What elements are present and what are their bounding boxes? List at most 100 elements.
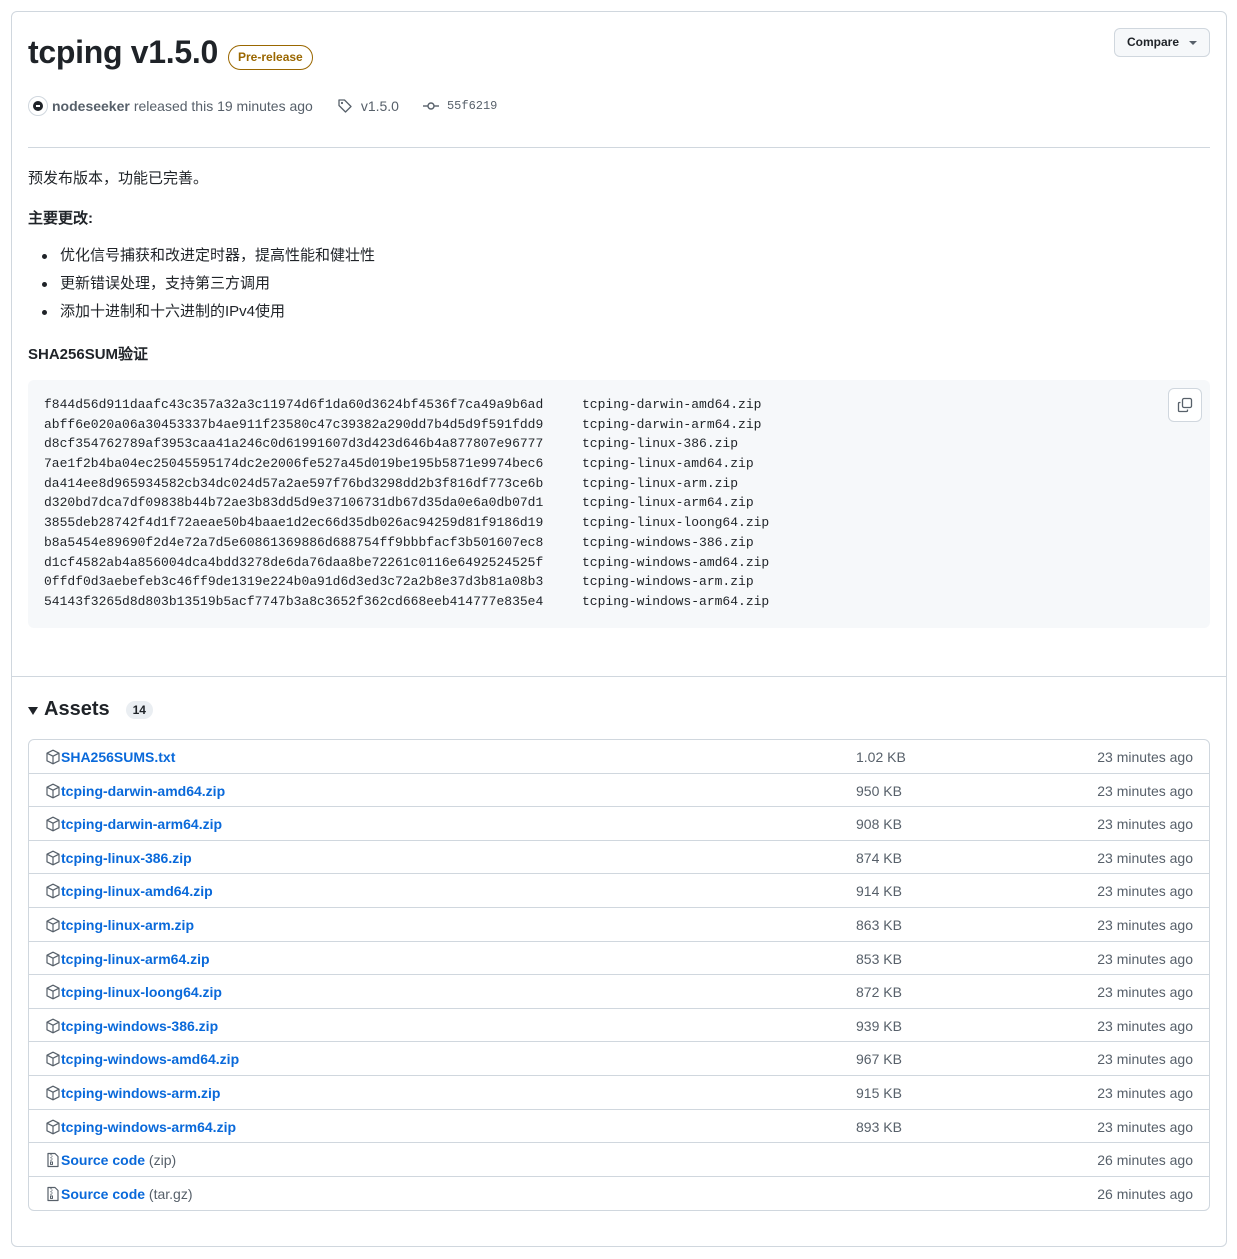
checksum-hash: abff6e020a06a30453337b4ae911f23580c47c39… <box>44 416 544 432</box>
checksum-line: d8cf354762789af3953caa41a246c0d61991607d… <box>44 434 769 454</box>
asset-time: 23 minutes ago <box>1097 1084 1193 1101</box>
checksum-file: tcping-linux-386.zip <box>582 436 739 452</box>
checksum-file: tcping-darwin-amd64.zip <box>582 397 762 412</box>
checksum-hash: d8cf354762789af3953caa41a246c0d61991607d… <box>44 436 544 452</box>
asset-size: 908 KB <box>856 816 902 833</box>
checksum-hash: 7ae1f2b4ba04ec25045595174dc2e2006fe527a4… <box>44 456 544 472</box>
asset-time: 26 minutes ago <box>1097 1185 1193 1202</box>
assets-count-badge: 14 <box>125 700 153 719</box>
checksum-hash: d320bd7dca7df09838b44b72ae3b83dd5d9e3710… <box>44 495 544 511</box>
asset-name: tcping-linux-amd64.zip <box>61 883 213 900</box>
checksum-line: abff6e020a06a30453337b4ae911f23580c47c39… <box>44 415 769 435</box>
checksum-file: tcping-windows-arm64.zip <box>582 593 770 609</box>
asset-link[interactable]: tcping-darwin-arm64.zip <box>61 816 222 832</box>
checksum-hash: 54143f3265d8d803b13519b5acf7747b3a8c3652… <box>44 593 544 609</box>
package-icon <box>45 984 61 1005</box>
asset-size: 874 KB <box>856 849 902 866</box>
checksum-line: d1cf4582ab4a856004dca4bdd3278de6da76daa8… <box>44 553 769 573</box>
asset-name: tcping-windows-amd64.zip <box>61 1051 240 1068</box>
asset-size: 914 KB <box>856 883 902 900</box>
asset-name: tcping-linux-loong64.zip <box>61 984 222 1001</box>
checksum-hash: b8a5454e89690f2d4e72a7d5e60861369886d688… <box>44 534 544 550</box>
asset-time: 23 minutes ago <box>1097 1017 1193 1034</box>
triangle-down-icon <box>28 706 38 715</box>
asset-size: 863 KB <box>856 916 902 933</box>
asset-link[interactable]: tcping-linux-arm64.zip <box>61 951 210 967</box>
asset-link[interactable]: SHA256SUMS.txt <box>61 749 175 765</box>
checksum-line: 54143f3265d8d803b13519b5acf7747b3a8c3652… <box>44 592 769 612</box>
asset-name: Source code <box>61 1185 146 1202</box>
asset-link[interactable]: Source code (tar.gz) <box>61 1186 193 1202</box>
asset-size: 872 KB <box>856 984 902 1001</box>
asset-name: SHA256SUMS.txt <box>61 749 176 765</box>
asset-link[interactable]: tcping-linux-386.zip <box>61 850 192 866</box>
sha-heading: SHA256SUM验证 <box>28 346 149 363</box>
tag-icon <box>338 99 352 113</box>
checksum-hash: f844d56d911daafc43c357a32a3c11974d6f1da6… <box>44 397 544 412</box>
checksum-hash: 3855deb28742f4d1f72aeae50b4baae1d2ec66d3… <box>44 515 544 531</box>
asset-time: 23 minutes ago <box>1097 816 1193 833</box>
asset-time: 23 minutes ago <box>1097 950 1193 967</box>
package-icon <box>45 1085 61 1106</box>
asset-link[interactable]: tcping-windows-arm64.zip <box>61 1119 236 1135</box>
asset-row: SHA256SUMS.txt 1.02 KB 23 minutes ago <box>29 740 1209 774</box>
changes-list: 优化信号捕获和改进定时器，提高性能和健壮性 更新错误处理，支持第三方调用 添加十… <box>28 245 375 329</box>
checksum-line: da414ee8d965934582cb34dc024d57a2ae597f76… <box>44 474 769 494</box>
asset-name: tcping-linux-arm.zip <box>61 916 194 933</box>
checksum-file: tcping-windows-arm.zip <box>582 574 754 590</box>
copy-button[interactable] <box>1168 388 1202 422</box>
asset-size: 967 KB <box>856 1051 902 1068</box>
checksum-hash: d1cf4582ab4a856004dca4bdd3278de6da76daa8… <box>44 554 544 570</box>
checksum-line: f844d56d911daafc43c357a32a3c11974d6f1da6… <box>44 395 769 415</box>
checksum-file: tcping-linux-arm.zip <box>582 475 739 491</box>
divider <box>28 147 1210 148</box>
package-icon <box>45 1051 61 1072</box>
asset-link[interactable]: tcping-darwin-amd64.zip <box>61 783 225 799</box>
assets-toggle[interactable]: Assets 14 <box>28 698 153 721</box>
asset-format: (zip) <box>148 1152 177 1169</box>
asset-link[interactable]: tcping-windows-arm.zip <box>61 1085 220 1101</box>
package-icon <box>45 1119 61 1140</box>
released-text: released this 19 minutes ago <box>133 98 313 114</box>
asset-link[interactable]: tcping-windows-amd64.zip <box>61 1051 239 1067</box>
avatar[interactable] <box>28 96 48 116</box>
asset-time: 23 minutes ago <box>1097 1051 1193 1068</box>
commit-link[interactable]: 55f6219 <box>422 98 498 114</box>
asset-link[interactable]: tcping-windows-386.zip <box>61 1018 218 1034</box>
asset-link[interactable]: Source code (zip) <box>61 1152 176 1168</box>
package-icon <box>45 883 61 904</box>
checksum-hash: 0ffdf0d3aebefeb3c46ff9de1319e224b0a91d6d… <box>44 574 544 590</box>
release-title[interactable]: tcping v1.5.0 <box>28 34 218 71</box>
asset-name: tcping-windows-arm.zip <box>61 1084 221 1101</box>
asset-time: 23 minutes ago <box>1097 782 1193 799</box>
asset-row: tcping-linux-arm64.zip 853 KB 23 minutes a… <box>29 942 1209 976</box>
asset-size: 893 KB <box>856 1118 902 1135</box>
tag-link[interactable]: v1.5.0 <box>337 98 399 114</box>
compare-button[interactable]: Compare <box>1114 28 1210 57</box>
checksum-code-block: f844d56d911daafc43c357a32a3c11974d6f1da6… <box>28 380 1210 628</box>
asset-link[interactable]: tcping-linux-loong64.zip <box>61 984 222 1000</box>
checksum-line: d320bd7dca7df09838b44b72ae3b83dd5d9e3710… <box>44 493 769 513</box>
commit-sha: 55f6219 <box>446 99 498 113</box>
asset-name: tcping-windows-386.zip <box>61 1017 219 1034</box>
asset-time: 23 minutes ago <box>1097 1118 1193 1135</box>
release-card: tcping v1.5.0 Pre-release Compare nodese… <box>11 11 1227 1247</box>
checksum-file: tcping-linux-amd64.zip <box>582 456 754 472</box>
file-zip-icon <box>45 1152 61 1173</box>
asset-time: 23 minutes ago <box>1097 849 1193 866</box>
asset-time: 23 minutes ago <box>1097 916 1193 933</box>
release-intro: 预发布版本，功能已完善。 <box>28 170 209 187</box>
checksum-file: tcping-windows-amd64.zip <box>582 554 770 570</box>
asset-link[interactable]: tcping-linux-amd64.zip <box>61 883 213 899</box>
asset-link[interactable]: tcping-linux-arm.zip <box>61 917 194 933</box>
asset-row: tcping-linux-amd64.zip 914 KB 23 minutes a… <box>29 874 1209 908</box>
asset-name: tcping-darwin-arm64.zip <box>61 816 223 833</box>
asset-row: tcping-linux-loong64.zip 872 KB 23 minutes… <box>29 975 1209 1009</box>
asset-row: tcping-linux-arm.zip 863 KB 23 minutes ago <box>29 908 1209 942</box>
compare-button-label: Compare <box>1127 35 1180 49</box>
author-link[interactable]: nodeseeker <box>52 98 130 114</box>
list-item: 优化信号捕获和改进定时器，提高性能和健壮性 <box>28 245 375 273</box>
asset-name: Source code <box>61 1152 146 1169</box>
asset-time: 23 minutes ago <box>1097 749 1193 765</box>
asset-time: 26 minutes ago <box>1097 1152 1193 1169</box>
